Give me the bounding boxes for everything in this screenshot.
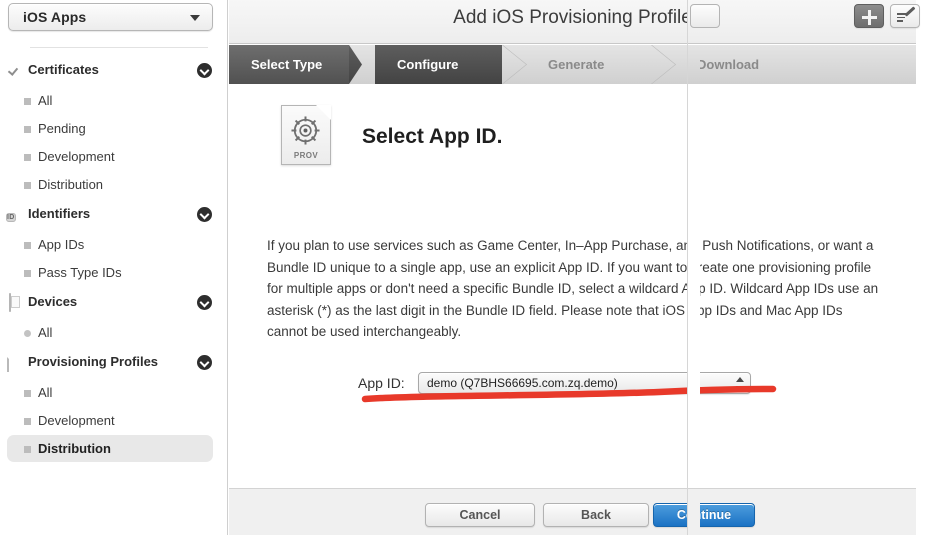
main-pane: Add iOS Provisioning Profile Select Type… — [229, 0, 928, 535]
certificate-badge-icon — [6, 62, 23, 80]
chevron-down-circle-icon[interactable] — [197, 355, 212, 370]
page-title: Add iOS Provisioning Profile — [453, 7, 692, 28]
provisioning-profile-icon: PROV — [281, 105, 331, 165]
sidebar-item-label: Distribution — [38, 441, 111, 456]
stepper-updown-icon[interactable] — [733, 375, 746, 393]
sidebar-group-label: Identifiers — [28, 206, 91, 221]
account-selector-label: iOS Apps — [23, 9, 87, 25]
sidebar-item-label: Distribution — [38, 177, 104, 192]
step-separator-icon — [349, 45, 375, 84]
sidebar-group-identifiers[interactable]: ID Identifiers — [0, 200, 228, 232]
sidebar-item-development[interactable]: Development — [0, 408, 228, 436]
sidebar-item-all[interactable]: All — [0, 320, 228, 348]
bullet-icon — [24, 242, 31, 249]
edit-button[interactable] — [890, 4, 920, 28]
account-selector[interactable]: iOS Apps — [8, 3, 213, 31]
bullet-icon — [24, 418, 31, 425]
id-card-icon: ID — [6, 213, 16, 222]
step-separator-icon — [651, 45, 675, 84]
gear-icon — [289, 114, 322, 147]
bullet-icon — [24, 390, 31, 397]
app-id-label: App ID: — [358, 375, 405, 391]
content-body: PROV Select App ID. If you plan to use s… — [229, 84, 916, 488]
sidebar-item-label: Development — [38, 149, 115, 164]
sidebar-item-label: All — [38, 93, 53, 108]
continue-button[interactable]: Continue — [653, 503, 755, 527]
app-id-selected-value: demo (Q7BHS66695.com.zq.demo) — [427, 376, 618, 390]
footer-bar: Cancel Back Continue — [229, 488, 916, 535]
overflow-button[interactable] — [690, 4, 720, 28]
sidebar-divider — [30, 47, 208, 48]
step-label: Download — [697, 57, 760, 72]
sidebar: iOS Apps Certificates All Pending Developme… — [0, 0, 228, 535]
step-label: Generate — [548, 57, 605, 72]
sidebar-item-label: App IDs — [38, 237, 85, 252]
sidebar-item-pending[interactable]: Pending — [0, 116, 228, 144]
step-select-type[interactable]: Select Type — [229, 45, 349, 84]
app-id-select[interactable]: demo (Q7BHS66695.com.zq.demo) — [418, 372, 751, 394]
step-configure[interactable]: Configure — [375, 45, 502, 84]
sidebar-item-app-ids[interactable]: App IDs — [0, 232, 228, 260]
bullet-icon — [24, 182, 31, 189]
chevron-down-circle-icon[interactable] — [197, 207, 212, 222]
bullet-icon — [24, 270, 31, 277]
sidebar-item-all[interactable]: All — [0, 380, 228, 408]
document-icon — [6, 353, 23, 372]
cancel-button[interactable]: Cancel — [425, 503, 535, 527]
description-paragraph: If you plan to use services such as Game… — [267, 238, 879, 339]
chevron-down-icon — [190, 15, 200, 21]
provisioning-icon-caption: PROV — [293, 151, 319, 160]
app-id-field-row: App ID: demo (Q7BHS66695.com.zq.demo) — [229, 372, 916, 398]
step-label: Configure — [397, 57, 459, 72]
app-window: iOS Apps Certificates All Pending Developme… — [0, 0, 928, 535]
sidebar-group-label: Devices — [28, 294, 78, 309]
bullet-icon — [24, 446, 31, 453]
step-label: Select Type — [251, 57, 323, 72]
sidebar-group-label: Certificates — [28, 62, 99, 77]
section-heading: Select App ID. — [362, 125, 503, 148]
chevron-down-circle-icon[interactable] — [197, 63, 212, 78]
sidebar-group-provisioning-profiles[interactable]: Provisioning Profiles — [0, 348, 228, 380]
sidebar-item-all[interactable]: All — [0, 88, 228, 116]
sidebar-group-label: Provisioning Profiles — [28, 354, 159, 369]
bullet-icon — [24, 98, 31, 105]
bullet-icon — [24, 126, 31, 133]
device-phone-icon — [6, 293, 23, 312]
sidebar-item-label: Pass Type IDs — [38, 265, 122, 280]
sidebar-group-devices[interactable]: Devices — [0, 288, 228, 320]
sidebar-item-distribution[interactable]: Distribution — [0, 435, 228, 464]
step-progress-bar: Select Type Configure Generate Download — [229, 45, 916, 84]
sidebar-group-certificates[interactable]: Certificates — [0, 56, 228, 88]
bullet-icon — [24, 330, 31, 337]
sidebar-item-label: All — [38, 325, 53, 340]
step-generate[interactable]: Generate — [526, 45, 651, 84]
sidebar-item-label: Pending — [38, 121, 86, 136]
titlebar: Add iOS Provisioning Profile — [229, 0, 920, 44]
sidebar-nav: Certificates All Pending Development Distrib… — [0, 56, 228, 464]
add-button[interactable] — [854, 4, 884, 28]
sidebar-item-pass-type-ids[interactable]: Pass Type IDs — [0, 260, 228, 288]
pane-right-edge — [687, 0, 700, 535]
back-button[interactable]: Back — [543, 503, 649, 527]
sidebar-item-label: All — [38, 385, 53, 400]
step-separator-icon — [502, 45, 526, 84]
bullet-icon — [24, 154, 31, 161]
chevron-down-circle-icon[interactable] — [197, 295, 212, 310]
sidebar-item-distribution[interactable]: Distribution — [0, 172, 228, 200]
sidebar-item-label: Development — [38, 413, 115, 428]
sidebar-item-development[interactable]: Development — [0, 144, 228, 172]
